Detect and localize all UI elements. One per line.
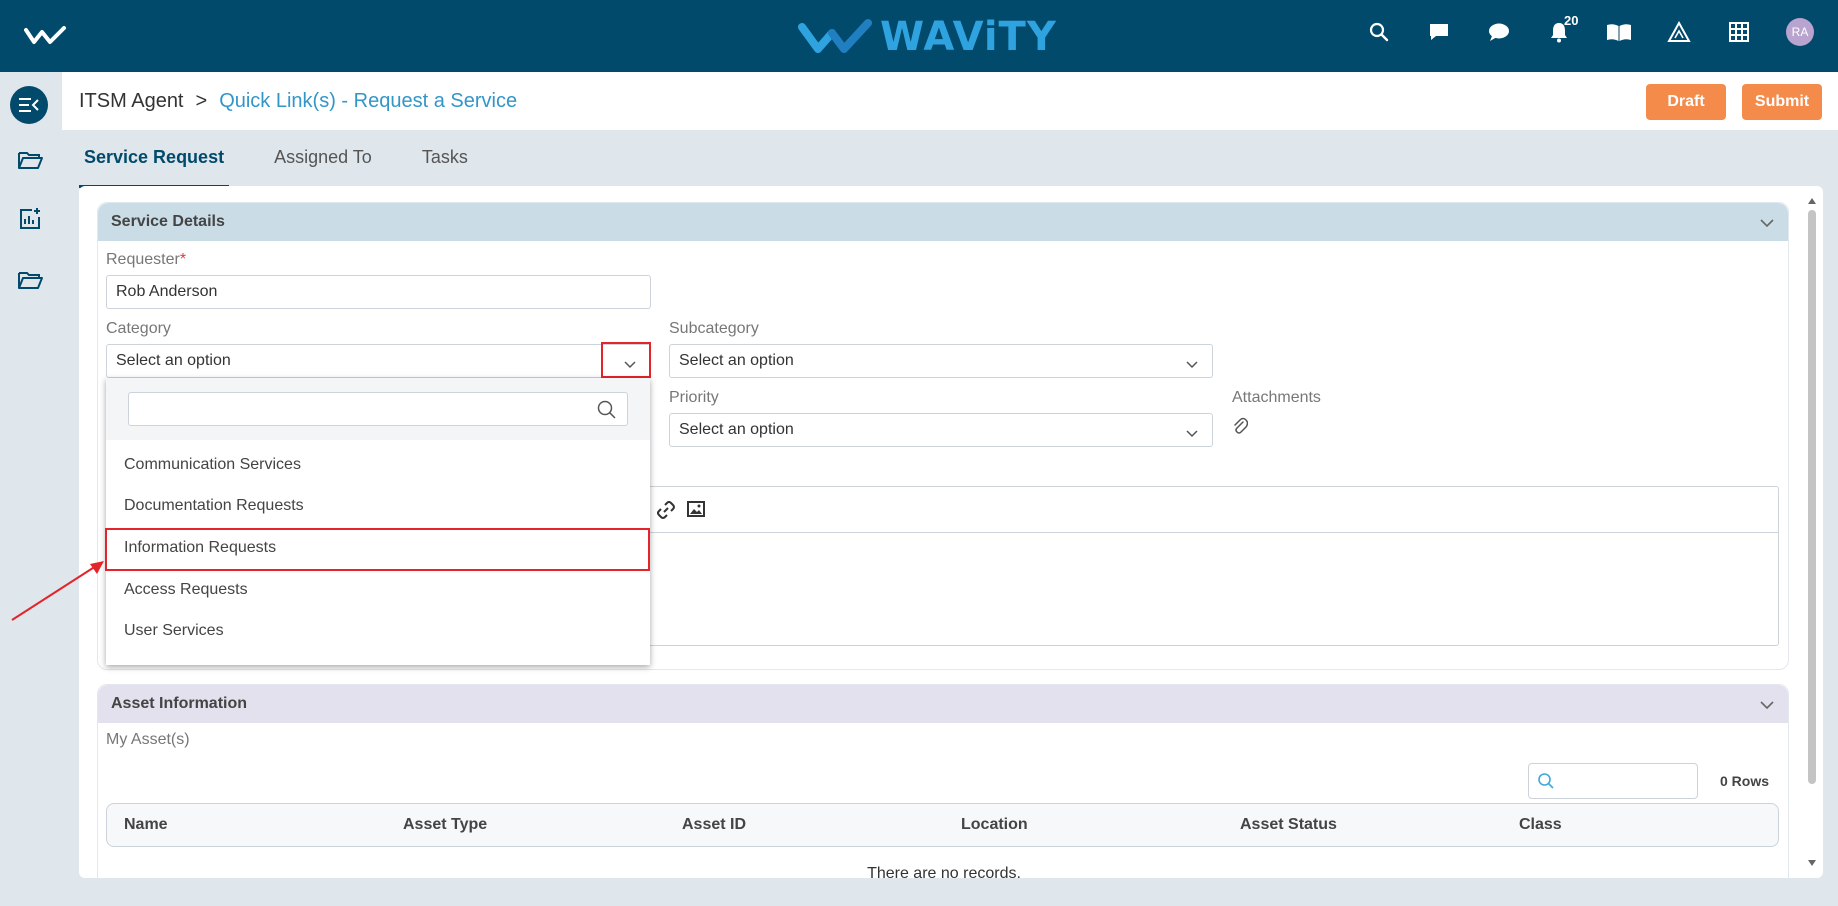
asset-search-input[interactable] xyxy=(1528,763,1698,799)
priority-value: Select an option xyxy=(679,421,794,438)
my-assets-label: My Asset(s) xyxy=(106,731,190,748)
column-header-location[interactable]: Location xyxy=(961,816,1028,834)
home-logo-icon[interactable] xyxy=(24,26,70,51)
column-header-asset-id[interactable]: Asset ID xyxy=(682,816,746,834)
dropdown-search-input[interactable] xyxy=(128,392,628,426)
column-header-name[interactable]: Name xyxy=(124,816,168,834)
paperclip-icon[interactable] xyxy=(1232,417,1249,440)
tab-assigned-to[interactable]: Assigned To xyxy=(269,140,377,188)
tab-bar: Service Request Assigned To Tasks xyxy=(79,140,513,188)
chevron-down-icon[interactable] xyxy=(1760,697,1774,715)
folder-icon[interactable] xyxy=(16,266,44,294)
tab-tasks[interactable]: Tasks xyxy=(417,140,473,188)
chevron-down-icon[interactable] xyxy=(1186,425,1198,443)
scroll-down-icon[interactable] xyxy=(1808,860,1816,866)
rows-count: 0 Rows xyxy=(1720,773,1770,789)
brand-mark-icon xyxy=(798,19,872,53)
scrollbar-thumb[interactable] xyxy=(1808,210,1816,784)
category-dropdown-menu: Communication Services Documentation Req… xyxy=(106,378,650,665)
warning-icon[interactable] xyxy=(1666,19,1692,45)
breadcrumb: ITSM Agent > Quick Link(s) - Request a S… xyxy=(79,90,517,113)
dropdown-option[interactable]: Documentation Requests xyxy=(124,497,304,515)
priority-label: Priority xyxy=(669,389,719,406)
search-icon[interactable] xyxy=(1366,19,1392,45)
chevron-down-icon[interactable] xyxy=(1186,356,1198,374)
notification-count: 20 xyxy=(1564,13,1579,28)
category-label: Category xyxy=(106,320,171,337)
category-select[interactable]: Select an option xyxy=(106,344,651,378)
chevron-down-icon[interactable] xyxy=(1760,215,1774,233)
bell-icon[interactable]: 20 xyxy=(1546,13,1578,45)
required-mark: * xyxy=(179,251,187,268)
brand-logo: WAViTY xyxy=(798,14,1057,60)
page-header: ITSM Agent > Quick Link(s) - Request a S… xyxy=(62,72,1838,130)
chat-bubble-icon[interactable] xyxy=(1486,19,1512,45)
grid-icon[interactable] xyxy=(1726,19,1752,45)
category-value: Select an option xyxy=(116,352,231,369)
dropdown-option[interactable]: User Services xyxy=(124,622,224,640)
section-title: Asset Information xyxy=(111,695,248,712)
subcategory-label: Subcategory xyxy=(669,320,759,337)
annotation-highlight-box xyxy=(105,528,650,571)
menu-collapse-icon[interactable] xyxy=(10,86,48,124)
search-icon xyxy=(597,400,617,425)
brand-name: WAViTY xyxy=(880,14,1057,60)
top-navigation-bar: WAViTY 20 RA xyxy=(0,0,1838,72)
dropdown-option[interactable]: Access Requests xyxy=(124,581,248,599)
left-sidebar xyxy=(0,72,62,906)
empty-table-message: There are no records. xyxy=(867,865,1021,878)
scroll-up-icon[interactable] xyxy=(1808,198,1816,204)
top-icon-bar: 20 RA xyxy=(1366,13,1814,46)
folder-icon[interactable] xyxy=(16,146,44,174)
report-add-icon[interactable] xyxy=(16,205,44,233)
asset-table-header: Name Asset Type Asset ID Location Asset … xyxy=(106,803,1779,847)
breadcrumb-root[interactable]: ITSM Agent xyxy=(79,90,184,113)
breadcrumb-current: Quick Link(s) - Request a Service xyxy=(219,90,518,112)
dropdown-search-area xyxy=(106,378,650,440)
draft-button[interactable]: Draft xyxy=(1646,84,1726,120)
service-details-header[interactable]: Service Details xyxy=(98,203,1788,241)
section-title: Service Details xyxy=(111,213,225,230)
link-icon[interactable] xyxy=(657,501,677,519)
avatar[interactable]: RA xyxy=(1786,18,1814,46)
asset-information-section: Asset Information My Asset(s) 0 Rows Nam… xyxy=(97,684,1789,878)
attachments-label: Attachments xyxy=(1232,389,1321,406)
asset-information-header[interactable]: Asset Information xyxy=(98,685,1788,723)
tab-service-request[interactable]: Service Request xyxy=(79,140,230,188)
requester-field[interactable]: Rob Anderson xyxy=(106,275,651,309)
breadcrumb-separator: > xyxy=(195,90,208,112)
submit-button[interactable]: Submit xyxy=(1742,84,1822,120)
column-header-asset-type[interactable]: Asset Type xyxy=(403,816,487,834)
column-header-class[interactable]: Class xyxy=(1519,816,1562,834)
priority-select[interactable]: Select an option xyxy=(669,413,1213,447)
image-icon[interactable] xyxy=(687,501,707,519)
subcategory-value: Select an option xyxy=(679,352,794,369)
column-header-asset-status[interactable]: Asset Status xyxy=(1240,816,1337,834)
book-icon[interactable] xyxy=(1606,19,1632,45)
chat-square-icon[interactable] xyxy=(1426,19,1452,45)
page-scrollbar[interactable] xyxy=(1806,196,1818,870)
annotation-arrow-icon xyxy=(11,561,104,621)
subcategory-select[interactable]: Select an option xyxy=(669,344,1213,378)
requester-label: Requester* xyxy=(106,251,187,268)
search-icon xyxy=(1537,772,1555,795)
annotation-highlight-box xyxy=(601,342,651,378)
dropdown-option[interactable]: Communication Services xyxy=(124,456,301,474)
